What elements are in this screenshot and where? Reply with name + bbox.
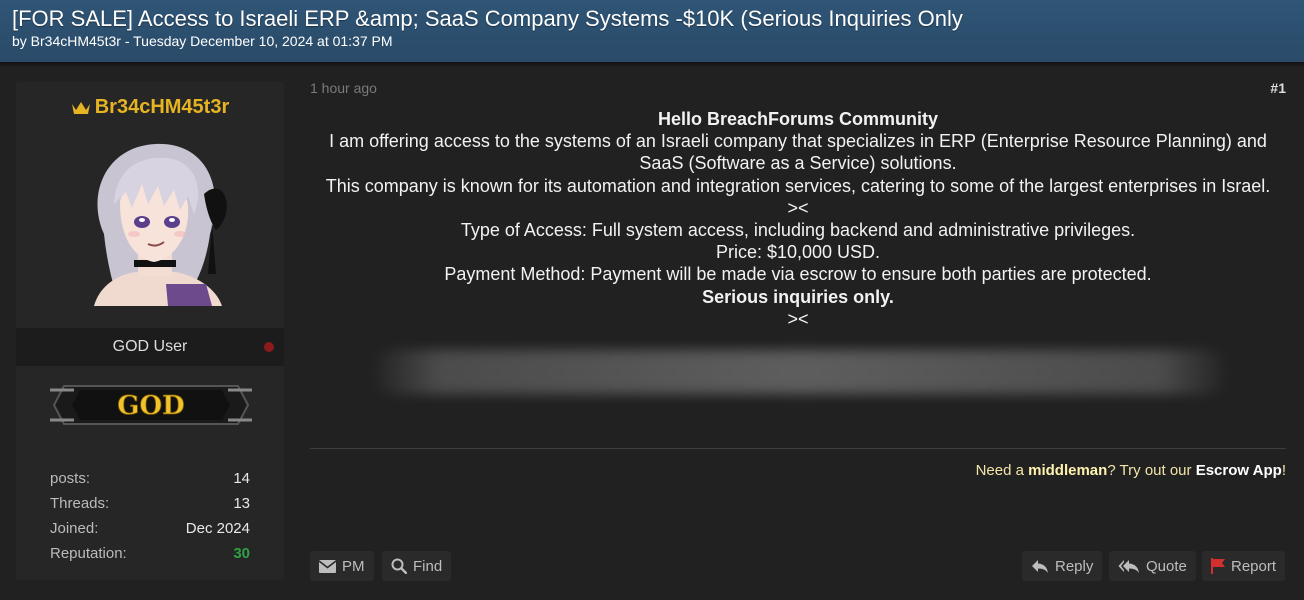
stat-label: posts: [50, 470, 91, 487]
rank-label: GOD User [112, 338, 188, 355]
stat-threads: Threads: 13 [50, 491, 250, 516]
post-line: Price: $10,000 USD. [715, 242, 881, 263]
post-line: Payment Method: Payment will be made via… [444, 264, 1152, 285]
reply-button[interactable]: Reply [1022, 551, 1103, 581]
reply-label: Reply [1055, 557, 1094, 575]
god-rank-badge: GOD [50, 385, 252, 425]
god-badge-text: GOD [117, 391, 184, 421]
middleman-link[interactable]: middleman [1028, 462, 1107, 479]
offline-status-icon [264, 342, 274, 352]
stat-value: 14 [233, 470, 250, 487]
post-separator: >< [787, 197, 809, 218]
post-body: Hello BreachForums Community I am offeri… [310, 108, 1286, 330]
thread-header: [FOR SALE] Access to Israeli ERP &amp; S… [0, 0, 1304, 62]
quote-label: Quote [1146, 557, 1187, 575]
post-line: This company is known for its automation… [325, 175, 1271, 196]
reply-all-icon [1118, 559, 1139, 573]
envelope-icon [319, 559, 336, 573]
signature-text: ! [1281, 462, 1286, 479]
stat-joined: Joined: Dec 2024 [50, 516, 250, 541]
flag-icon [1211, 558, 1225, 574]
author-card: Br34cHM45t3r GOD User GOD posts: 14 Thre… [16, 82, 284, 580]
signature-divider [310, 448, 1286, 449]
stat-label: Joined: [50, 520, 99, 537]
post-line: Type of Access: Full system access, incl… [460, 220, 1136, 241]
rank-bar: GOD User [16, 328, 284, 366]
escrow-app-link[interactable]: Escrow App [1196, 462, 1282, 479]
post-greeting: Hello BreachForums Community [657, 109, 939, 129]
author-stats: posts: 14 Threads: 13 Joined: Dec 2024 R… [50, 466, 250, 566]
stat-posts: posts: 14 [50, 466, 250, 491]
stat-value: 13 [233, 495, 250, 512]
report-label: Report [1231, 557, 1277, 575]
signature-text: ? Try out our [1107, 462, 1196, 479]
post-separator: >< [787, 308, 809, 329]
find-label: Find [413, 557, 443, 575]
reply-arrow-icon [1032, 559, 1048, 573]
post-number-link[interactable]: #1 [1270, 80, 1286, 96]
crown-icon [71, 101, 90, 114]
thread-title: [FOR SALE] Access to Israeli ERP &amp; S… [12, 6, 963, 31]
post-timestamp: 1 hour ago [310, 80, 377, 96]
post-line-bold: Serious inquiries only. [702, 286, 894, 307]
post-line: I am offering access to the systems of a… [329, 131, 1267, 174]
thread-byline: by Br34cHM45t3r - Tuesday December 10, 2… [12, 33, 393, 49]
signature: Need a middleman? Try out our Escrow App… [976, 462, 1286, 479]
reputation-link[interactable]: 30 [233, 541, 250, 566]
stat-value: Dec 2024 [185, 520, 250, 537]
avatar[interactable] [76, 134, 228, 306]
author-name: Br34cHM45t3r [94, 96, 230, 118]
author-name-link[interactable]: Br34cHM45t3r [16, 96, 284, 119]
find-button[interactable]: Find [382, 551, 452, 581]
report-button[interactable]: Report [1202, 551, 1286, 581]
stat-label: Threads: [50, 495, 110, 512]
pm-label: PM [342, 557, 365, 575]
pm-button[interactable]: PM [310, 551, 374, 581]
stat-label: Reputation: [50, 545, 127, 562]
blurred-hidden-content [370, 350, 1230, 394]
search-icon [391, 558, 407, 574]
header-shadow [0, 62, 1304, 68]
quote-button[interactable]: Quote [1109, 551, 1196, 581]
stat-reputation: Reputation: 30 [50, 541, 250, 566]
signature-text: Need a [975, 462, 1029, 479]
